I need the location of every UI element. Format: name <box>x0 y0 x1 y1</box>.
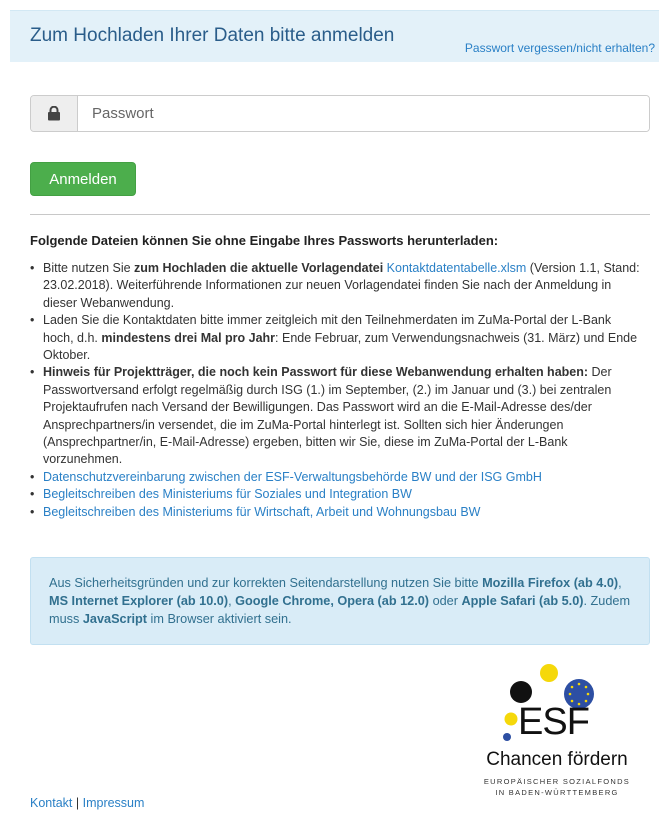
downloads-heading: Folgende Dateien können Sie ohne Eingabe… <box>30 233 499 248</box>
footer: Kontakt | Impressum <box>30 796 144 810</box>
list-item: Bitte nutzen Sie zum Hochladen die aktue… <box>30 260 645 312</box>
esf-logo: ESF Chancen fördern EUROPÄISCHER SOZIALF… <box>462 663 652 813</box>
password-field[interactable] <box>78 96 649 131</box>
list-item: Begleitschreiben des Ministeriums für So… <box>30 486 645 504</box>
section-divider <box>30 214 650 215</box>
forgot-password-link[interactable]: Passwort vergessen/nicht erhalten? <box>465 41 655 55</box>
downloads-list: Bitte nutzen Sie zum Hochladen die aktue… <box>30 260 645 522</box>
password-input-group <box>30 95 650 132</box>
logo-subline-1: EUROPÄISCHER SOZIALFONDS <box>483 777 631 786</box>
footer-separator: | <box>75 796 80 810</box>
logo-tagline: Chancen fördern <box>486 749 628 770</box>
list-item: Begleitschreiben des Ministeriums für Wi… <box>30 504 645 522</box>
list-item: Datenschutzvereinbarung zwischen der ESF… <box>30 469 645 487</box>
esf-wordmark: ESF <box>518 701 590 743</box>
impressum-link[interactable]: Impressum <box>83 796 145 810</box>
template-file-link[interactable]: Kontaktdatentabelle.xlsm <box>387 261 527 275</box>
list-item: Laden Sie die Kontaktdaten bitte immer z… <box>30 312 645 364</box>
social-ministry-letter-link[interactable]: Begleitschreiben des Ministeriums für So… <box>43 487 412 501</box>
lock-icon <box>31 96 78 131</box>
economy-ministry-letter-link[interactable]: Begleitschreiben des Ministeriums für Wi… <box>43 505 480 519</box>
login-button[interactable]: Anmelden <box>30 162 136 196</box>
kontakt-link[interactable]: Kontakt <box>30 796 72 810</box>
list-item: Hinweis für Projektträger, die noch kein… <box>30 364 645 468</box>
page-title: Zum Hochladen Ihrer Daten bitte anmelden <box>30 25 395 46</box>
privacy-agreement-link[interactable]: Datenschutzvereinbarung zwischen der ESF… <box>43 470 542 484</box>
browser-info-alert: Aus Sicherheitsgründen und zur korrekten… <box>30 557 650 645</box>
login-header: Zum Hochladen Ihrer Daten bitte anmelden… <box>10 10 659 62</box>
logo-subline-2: IN BADEN-WÜRTTEMBERG <box>495 788 619 797</box>
